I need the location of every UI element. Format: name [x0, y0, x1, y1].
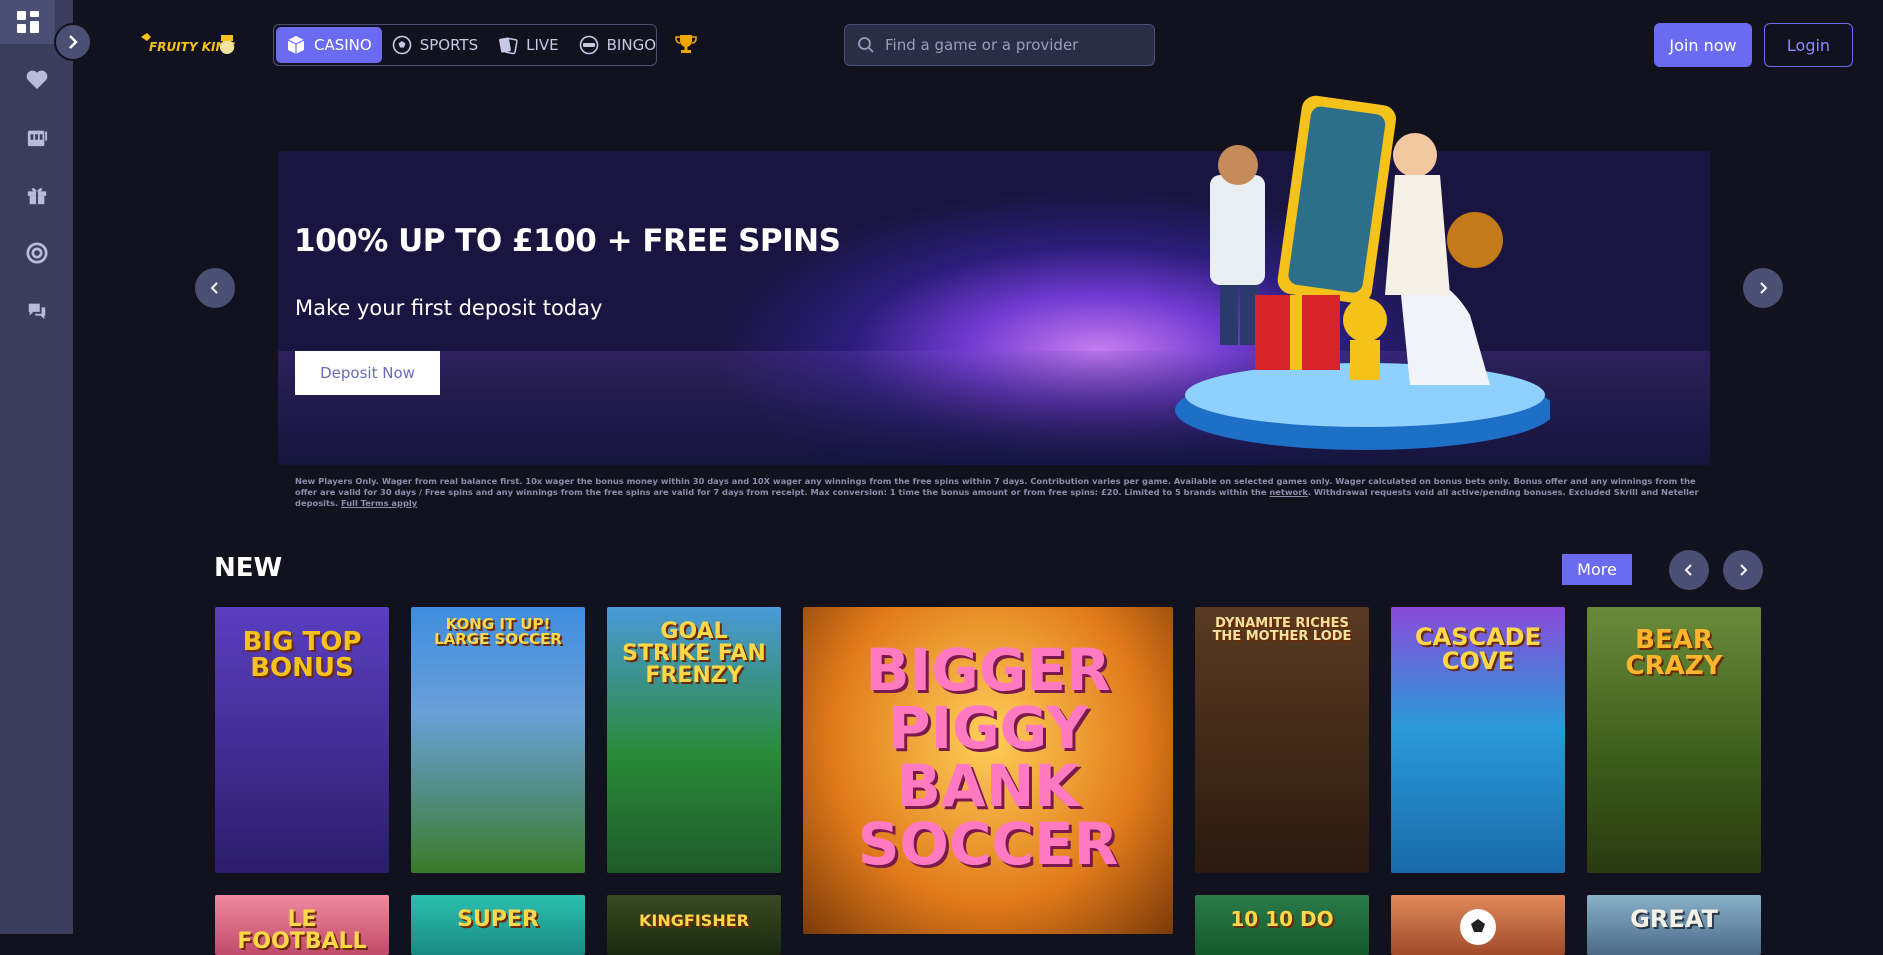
game-tile-soccer[interactable]	[1391, 895, 1565, 955]
cards-icon	[498, 35, 518, 55]
fruity-king-logo[interactable]: FRUITY KING	[139, 27, 239, 63]
chevron-left-icon	[210, 282, 218, 294]
network-link[interactable]: network	[1269, 487, 1307, 497]
search-input[interactable]	[885, 36, 1145, 54]
game-title: 10 10 DO	[1230, 907, 1334, 931]
game-tile-bigger-piggy-bank-soccer[interactable]: BIGGER PIGGY BANK SOCCER	[803, 607, 1173, 934]
login-button[interactable]: Login	[1764, 23, 1853, 67]
game-tile-cascade-cove[interactable]: CASCADE COVE	[1391, 607, 1565, 873]
full-terms-link[interactable]: Full Terms apply	[341, 498, 417, 508]
bingo-ball-icon	[579, 35, 599, 55]
new-prev-button[interactable]	[1669, 550, 1709, 590]
tournaments-button[interactable]	[675, 33, 697, 55]
dashboard-icon	[16, 11, 39, 33]
search-icon	[858, 37, 874, 53]
game-title: LE FOOTBALL	[237, 907, 367, 954]
bonus-terms: New Players Only. Wager from real balanc…	[295, 476, 1715, 509]
game-title: CASCADE COVE	[1415, 623, 1541, 675]
deposit-now-button[interactable]: Deposit Now	[295, 351, 440, 395]
live-chat-button[interactable]	[24, 298, 50, 324]
game-tile-dynamite-riches[interactable]: DYNAMITE RICHES THE MOTHER LODE	[1195, 607, 1369, 873]
game-tile-great[interactable]: GREAT	[1587, 895, 1761, 955]
game-tile-bear-crazy[interactable]: BEAR CRAZY	[1587, 607, 1761, 873]
nav-sports-label: SPORTS	[419, 36, 479, 54]
chat-icon	[28, 303, 46, 320]
nav-bingo[interactable]: BINGO	[569, 27, 666, 63]
new-section-title: NEW	[214, 553, 283, 583]
search-box[interactable]	[844, 24, 1155, 66]
game-title: BIG TOP BONUS	[242, 627, 362, 683]
slots-button[interactable]	[24, 124, 50, 150]
game-title: KONG IT UP! LARGE SOCCER	[434, 615, 562, 648]
join-now-button[interactable]: Join now	[1654, 23, 1752, 67]
game-tile-goal-strike[interactable]: GOAL STRIKE FAN FRENZY	[607, 607, 781, 873]
lifebuoy-icon	[26, 242, 48, 264]
nav-sports[interactable]: SPORTS	[382, 27, 488, 63]
new-next-button[interactable]	[1723, 550, 1763, 590]
game-title: KINGFISHER	[639, 911, 749, 930]
chevron-left-icon	[1684, 564, 1692, 576]
game-tile-kingfisher[interactable]: KINGFISHER	[607, 895, 781, 955]
game-tile-10-10-do[interactable]: 10 10 DO	[1195, 895, 1369, 955]
product-nav: CASINO SPORTS LIVE BINGO	[273, 24, 657, 66]
game-title: GOAL STRIKE FAN FRENZY	[622, 619, 766, 688]
favorites-button[interactable]	[24, 67, 50, 93]
game-tile-le-football[interactable]: LE FOOTBALL	[215, 895, 389, 955]
nav-live-label: LIVE	[526, 36, 559, 54]
support-button[interactable]	[24, 240, 50, 266]
nav-casino-label: CASINO	[314, 36, 372, 54]
chevron-right-icon	[1740, 564, 1748, 576]
game-tile-kong-it-up[interactable]: KONG IT UP! LARGE SOCCER	[411, 607, 585, 873]
chevron-right-icon	[1760, 282, 1768, 294]
soccer-ball-icon	[1460, 909, 1496, 945]
hero-characters-illustration	[1175, 95, 1550, 450]
hero-prev-button[interactable]	[195, 268, 235, 308]
more-button[interactable]: More	[1562, 554, 1632, 585]
nav-casino[interactable]: CASINO	[276, 27, 382, 63]
game-title: BEAR CRAZY	[1625, 625, 1723, 681]
heart-icon	[26, 70, 48, 90]
game-title: BIGGER PIGGY BANK SOCCER	[857, 636, 1119, 878]
game-tile-big-top-bonus[interactable]: BIG TOP BONUS	[215, 607, 389, 873]
game-title: GREAT	[1630, 905, 1718, 933]
hero-title: 100% UP TO £100 + FREE SPINS	[294, 223, 841, 259]
cube-icon	[286, 35, 306, 55]
hero-next-button[interactable]	[1743, 268, 1783, 308]
game-title: SUPER	[457, 907, 539, 932]
game-title: DYNAMITE RICHES THE MOTHER LODE	[1212, 616, 1352, 644]
slot-machine-icon	[27, 130, 48, 147]
top-header: FRUITY KING CASINO SPORTS LIVE BINGO Joi…	[73, 0, 1883, 90]
soccer-ball-icon	[392, 35, 412, 55]
hero-subtitle: Make your first deposit today	[295, 296, 603, 320]
dashboard-button[interactable]	[0, 0, 55, 44]
promotions-button[interactable]	[24, 182, 50, 208]
nav-live[interactable]: LIVE	[488, 27, 569, 63]
trophy-icon	[675, 35, 697, 53]
gift-icon	[27, 188, 47, 205]
left-sidebar	[0, 0, 73, 934]
game-tile-super[interactable]: SUPER	[411, 895, 585, 955]
nav-bingo-label: BINGO	[606, 36, 657, 54]
